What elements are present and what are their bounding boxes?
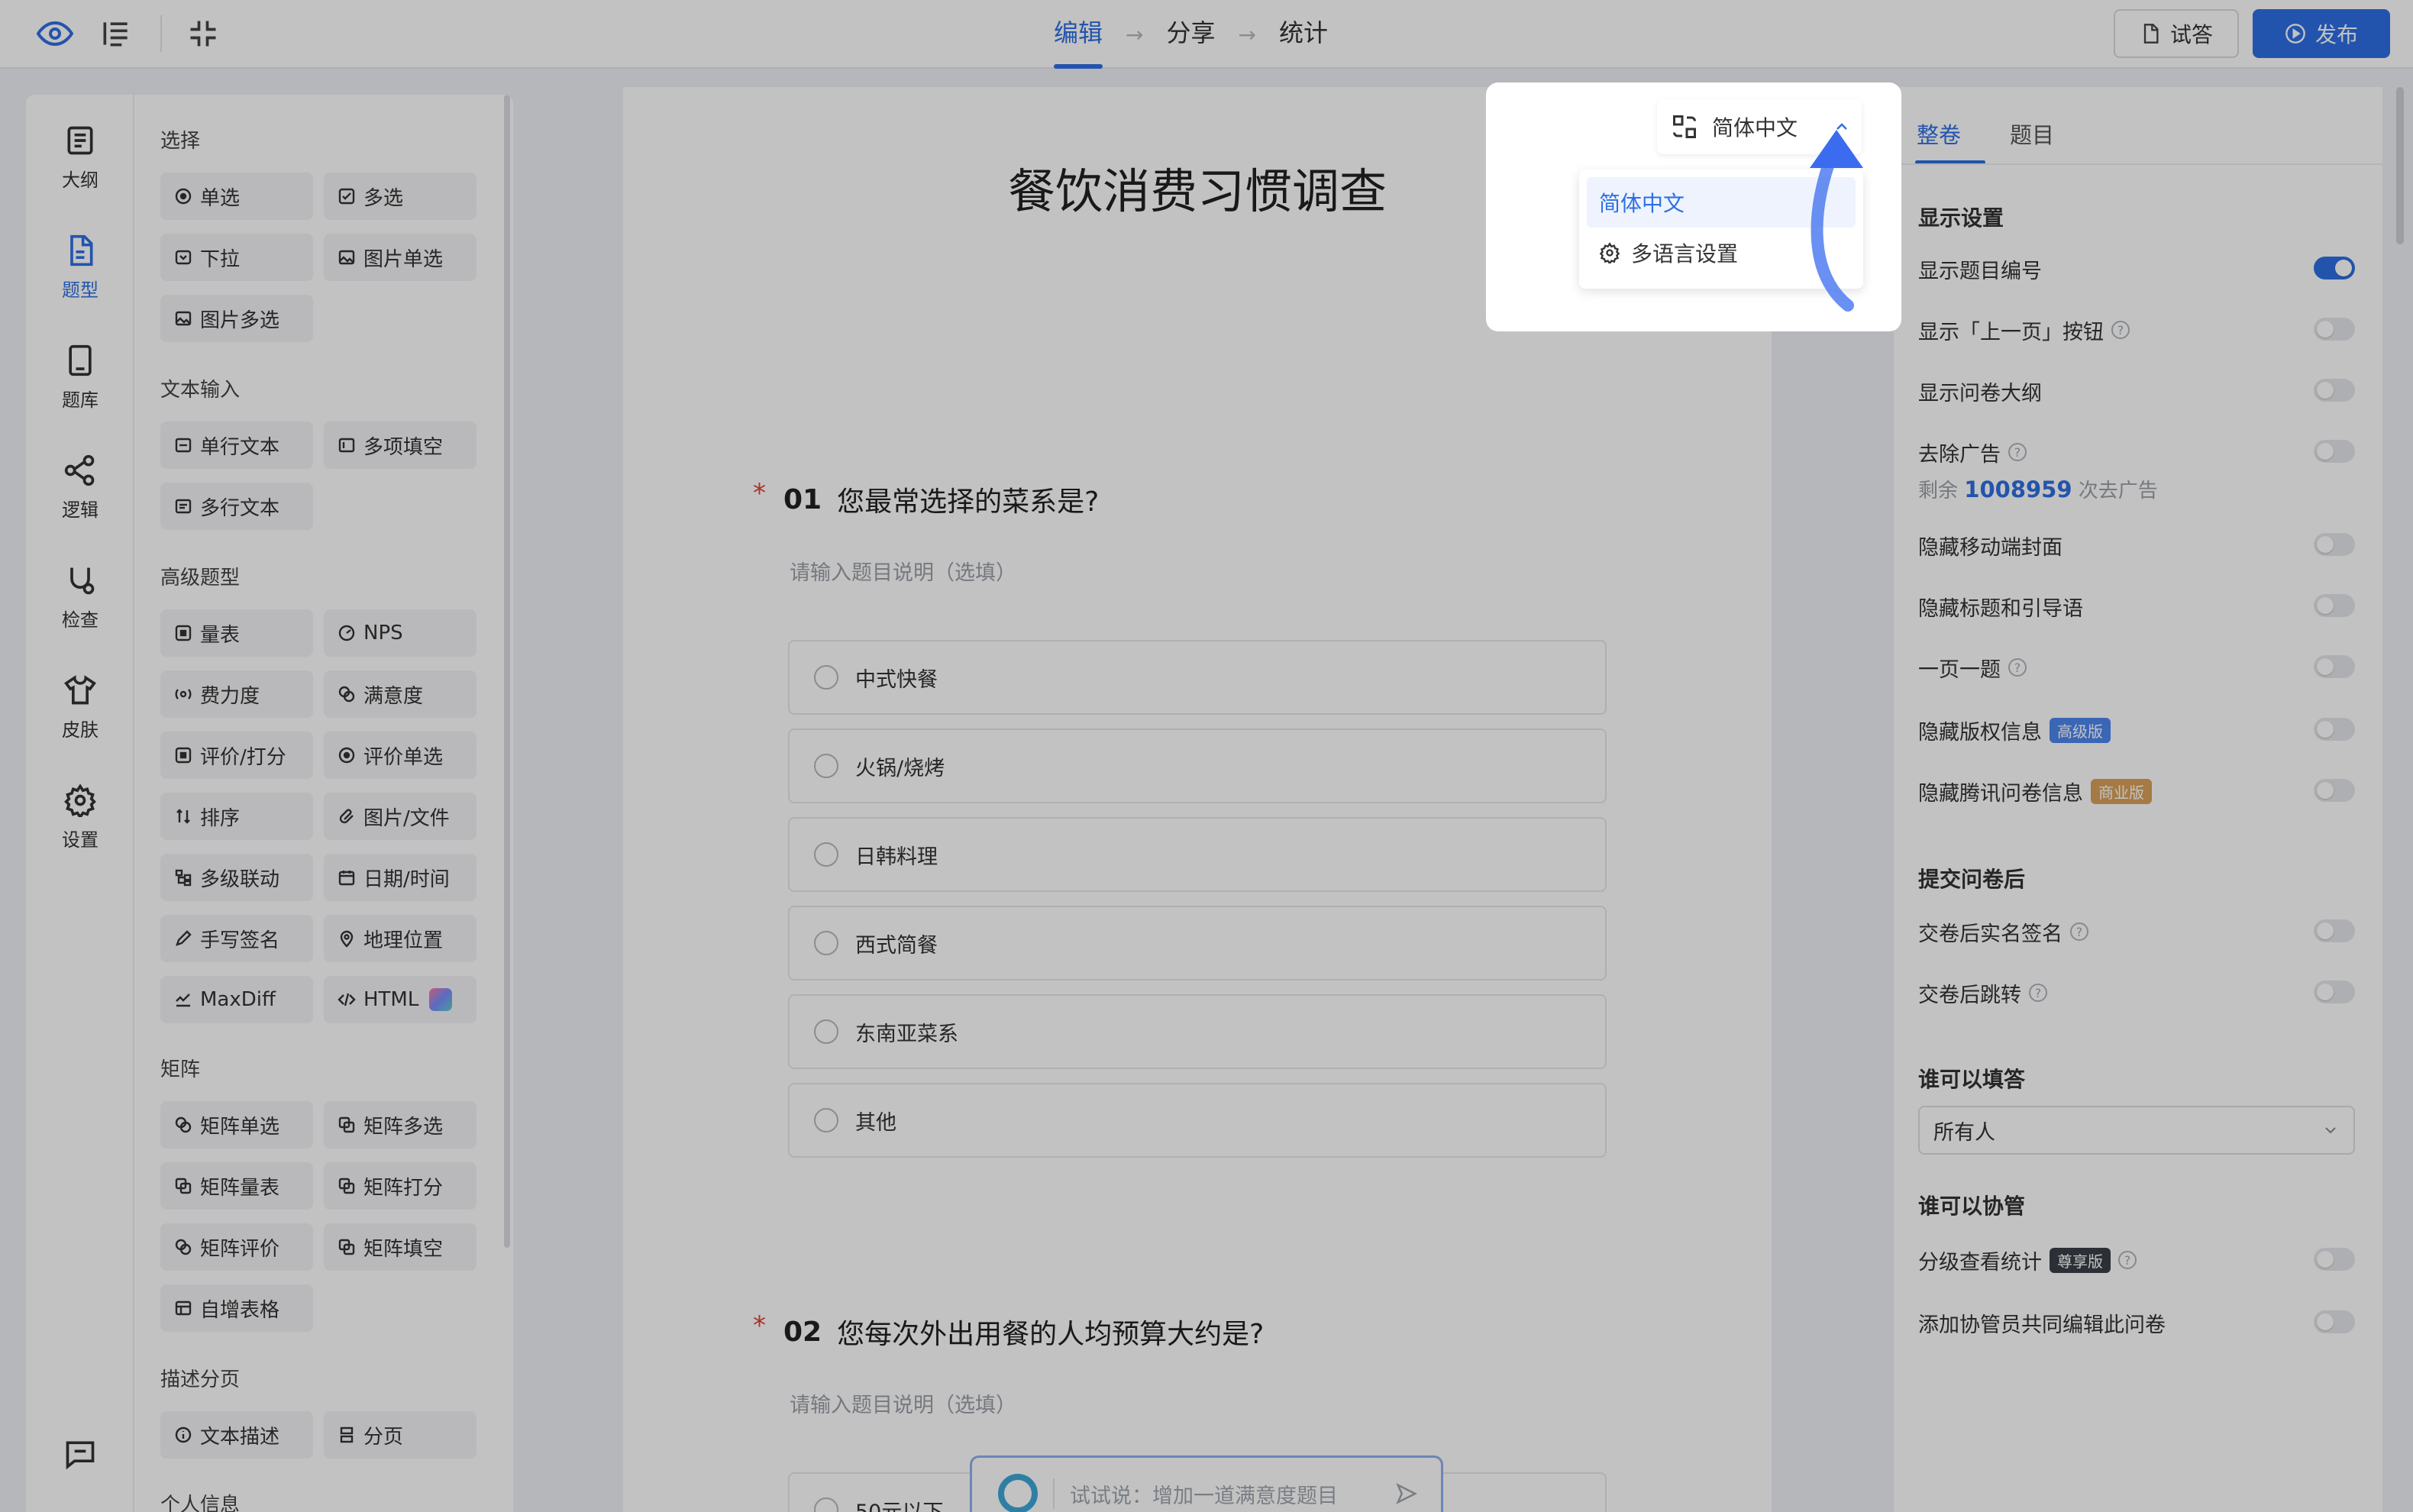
guide-arrow-icon [1810,130,1863,312]
gear-icon [1599,242,1620,263]
translate-icon [1673,115,1696,138]
guide-overlay [0,0,2413,1512]
multi-language-label: 多语言设置 [1631,241,1739,267]
